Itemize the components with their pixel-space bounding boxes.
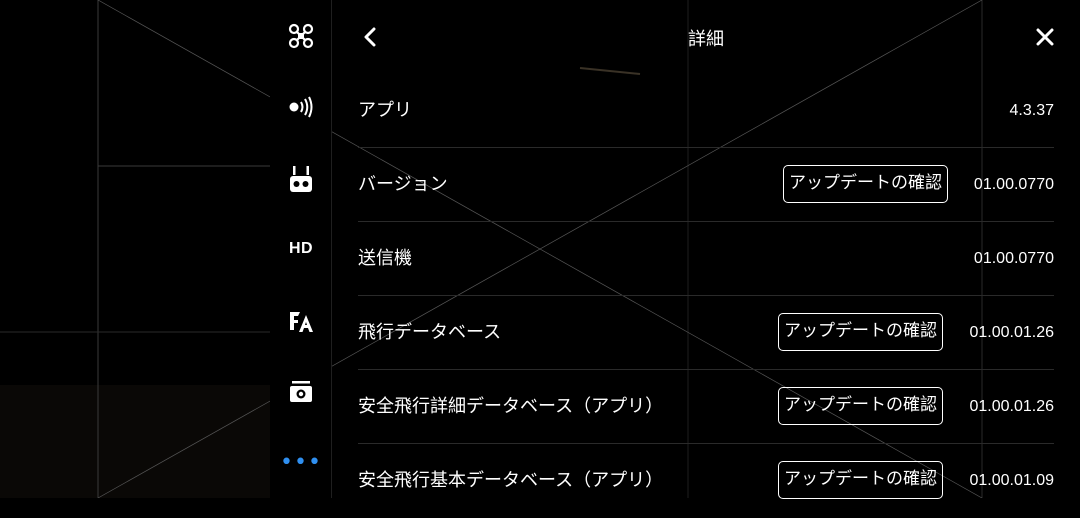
row-label: バージョン [358, 174, 448, 195]
hd-label: HD [288, 240, 314, 257]
row-label: 安全飛行詳細データベース（アプリ） [358, 396, 664, 417]
row-value: 4.3.37 [1009, 102, 1054, 119]
settings-rail: HD ••• [270, 0, 332, 498]
details-list: アプリ 4.3.37 バージョン アップデートの確認 01.00.0770 送信… [358, 74, 1054, 518]
check-update-button[interactable]: アップデートの確認 [778, 387, 943, 425]
row-value: 01.00.01.26 [969, 398, 1054, 415]
drone-icon [288, 23, 314, 49]
check-update-button[interactable]: アップデートの確認 [778, 461, 943, 499]
camera-icon [290, 381, 312, 402]
details-panel: 詳細 アプリ 4.3.37 バージョン アップデートの確認 01.00.0770… [332, 0, 1080, 499]
rail-hd-button[interactable]: HD [270, 229, 332, 269]
rail-remote-controller-button[interactable] [270, 160, 332, 200]
row-label: アプリ [358, 100, 412, 121]
details-row-safety-detail-database: 安全飛行詳細データベース（アプリ） アップデートの確認 01.00.01.26 [358, 370, 1054, 444]
signal-icon [289, 96, 313, 118]
language-icon [290, 312, 313, 332]
rail-more-button[interactable]: ••• [270, 443, 332, 483]
row-label: 飛行データベース [358, 322, 502, 343]
more-icon: ••• [280, 450, 322, 475]
row-label: 送信機 [358, 248, 412, 269]
close-icon [1036, 28, 1054, 46]
check-update-button[interactable]: アップデートの確認 [778, 313, 943, 351]
rail-signal-button[interactable] [270, 87, 332, 127]
rail-language-button[interactable] [270, 302, 332, 342]
remote-controller-icon [290, 166, 312, 192]
check-update-button[interactable]: アップデートの確認 [783, 165, 948, 203]
rail-aircraft-button[interactable] [270, 16, 332, 56]
row-value: 01.00.0770 [973, 176, 1054, 193]
panel-header: 詳細 [332, 0, 1080, 74]
row-label: 安全飛行基本データベース（アプリ） [358, 470, 664, 491]
details-row-version: バージョン アップデートの確認 01.00.0770 [358, 148, 1054, 222]
details-row-safety-basic-database: 安全飛行基本データベース（アプリ） アップデートの確認 01.00.01.09 [358, 444, 1054, 518]
details-row-flight-database: 飛行データベース アップデートの確認 01.00.01.26 [358, 296, 1054, 370]
page-title: 詳細 [688, 29, 724, 50]
close-button[interactable] [1030, 22, 1060, 52]
row-value: 01.00.01.26 [969, 324, 1054, 341]
rail-camera-button[interactable] [270, 372, 332, 412]
camera-preview-ground [0, 385, 270, 498]
camera-preview [0, 0, 270, 498]
row-value: 01.00.0770 [973, 250, 1054, 267]
details-row-transmitter: 送信機 01.00.0770 [358, 222, 1054, 296]
row-value: 01.00.01.09 [969, 472, 1054, 489]
details-row-app: アプリ 4.3.37 [358, 74, 1054, 148]
